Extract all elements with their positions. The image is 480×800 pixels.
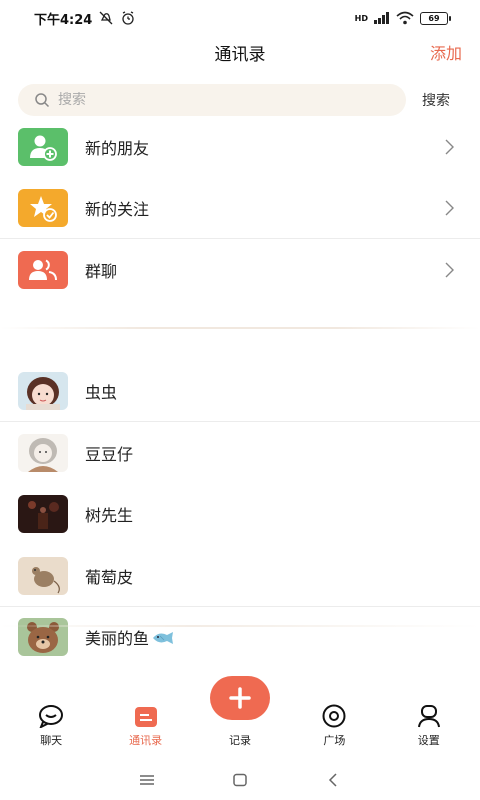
search-button[interactable]: 搜索 [422, 90, 450, 110]
section-separator [0, 301, 480, 361]
search-input[interactable] [58, 92, 358, 108]
eye-icon [322, 704, 346, 728]
wifi-icon [396, 11, 414, 25]
contacts-list: 新的朋友 新的关注 群聊 虫虫 豆豆仔 树先生 葡萄皮 美丽的鱼 [0, 116, 480, 668]
new-follows-tile [18, 189, 68, 228]
home-icon[interactable] [231, 773, 249, 787]
tab-square[interactable]: 广场 [294, 704, 374, 752]
record-button[interactable] [209, 676, 270, 720]
battery-indicator: 69 [420, 11, 451, 25]
group-chat-label: 群聊 [85, 261, 118, 281]
bottom-tab-bar: 聊天 通讯录 记录 广场 设置 [0, 676, 480, 752]
network-type: HD [354, 13, 368, 23]
group-chat-tile [18, 250, 68, 289]
tab-contacts[interactable]: 通讯录 [106, 706, 186, 752]
chevron-right-icon [445, 139, 454, 155]
group-icon [29, 259, 57, 280]
status-left: 下午4:24 [34, 9, 136, 28]
separator-line [0, 326, 480, 329]
avatar [18, 372, 68, 411]
contact-item[interactable]: 虫虫 [0, 361, 480, 422]
avatar-sketch-girl [18, 433, 68, 472]
contact-item[interactable]: 葡萄皮 [0, 545, 480, 607]
system-nav-bar [0, 760, 480, 800]
contact-name: 虫虫 [85, 383, 118, 403]
contacts-icon [134, 707, 157, 727]
plus-icon [229, 687, 251, 709]
battery-level: 69 [428, 13, 440, 23]
mute-icon [99, 11, 113, 25]
avatar [18, 618, 68, 657]
status-time: 下午4:24 [34, 12, 93, 28]
tab-label: 设置 [417, 734, 440, 747]
search-box[interactable] [18, 84, 406, 116]
avatar-mouse-sketch [18, 556, 68, 595]
add-button[interactable]: 添加 [430, 40, 462, 64]
star-check-icon [30, 196, 57, 223]
page-title: 通讯录 [214, 44, 266, 65]
new-friends-item[interactable]: 新的朋友 [0, 116, 480, 178]
menu-icon[interactable] [138, 773, 156, 787]
add-user-icon [30, 135, 57, 161]
contact-name: 树先生 [85, 506, 134, 526]
tab-settings[interactable]: 设置 [389, 704, 469, 752]
avatar [18, 495, 68, 534]
avatar [18, 556, 68, 595]
new-friends-tile [18, 127, 68, 166]
status-bar: 下午4:24 HD 69 [0, 0, 480, 36]
tab-label: 广场 [323, 734, 346, 747]
new-friends-label: 新的朋友 [85, 138, 150, 158]
page-header: 通讯录 添加 [0, 36, 480, 68]
contact-name: 豆豆仔 [85, 444, 134, 464]
search-row: 搜索 [18, 84, 462, 116]
group-chat-item[interactable]: 群聊 [0, 239, 480, 301]
contact-item[interactable]: 豆豆仔 [0, 422, 480, 484]
avatar-girl-red-hair [18, 372, 68, 411]
back-icon[interactable] [324, 773, 342, 787]
search-icon [35, 93, 50, 108]
fish-emoji-icon [153, 632, 174, 645]
contact-name-text: 美丽的鱼 [85, 629, 150, 649]
chevron-right-icon [445, 262, 454, 278]
tab-label: 聊天 [40, 734, 63, 747]
new-follows-item[interactable]: 新的关注 [0, 178, 480, 239]
avatar [18, 433, 68, 472]
tab-record[interactable]: 记录 [200, 676, 280, 752]
signal-icon [374, 12, 389, 24]
tab-chat[interactable]: 聊天 [11, 704, 91, 752]
avatar-bear [18, 618, 68, 657]
new-follows-label: 新的关注 [85, 200, 150, 220]
chat-icon [39, 705, 64, 728]
tab-label: 通讯录 [129, 734, 163, 747]
alarm-icon [122, 11, 134, 25]
contact-item[interactable]: 树先生 [0, 484, 480, 546]
contact-item[interactable]: 美丽的鱼 [0, 607, 480, 669]
chevron-right-icon [445, 200, 454, 216]
person-icon [417, 705, 440, 728]
contact-name: 葡萄皮 [85, 567, 134, 587]
avatar-dark-scene [18, 495, 68, 534]
list-end-separator [0, 625, 480, 627]
tab-label: 记录 [228, 734, 251, 747]
contact-name: 美丽的鱼 [85, 625, 175, 649]
status-right: HD 69 [354, 11, 451, 25]
